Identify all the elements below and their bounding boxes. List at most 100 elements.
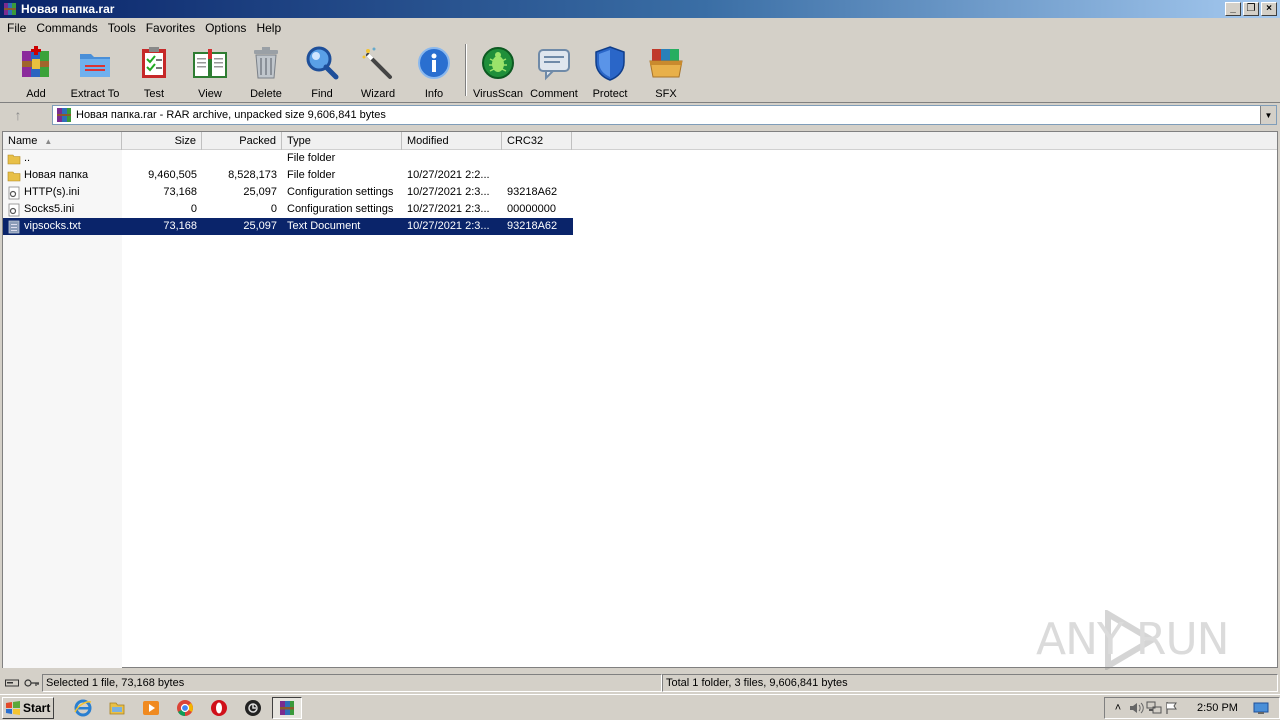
magic-wand-icon	[362, 47, 392, 79]
winrar-icon	[280, 700, 294, 715]
file-row-parent[interactable]: .. File folder	[3, 150, 573, 167]
comment-bubble-icon	[538, 49, 570, 81]
sort-ascending-icon: ▲	[44, 137, 53, 146]
network-icon	[1146, 701, 1162, 714]
menu-favorites[interactable]: Favorites	[141, 21, 200, 35]
chevron-down-icon: ▼	[1264, 110, 1273, 120]
flag-icon	[1166, 702, 1177, 714]
taskbar-media-player[interactable]	[136, 697, 166, 719]
trash-can-icon	[254, 47, 278, 79]
view-book-icon	[193, 49, 227, 78]
media-player-icon	[143, 700, 159, 715]
column-header-name[interactable]: Name ▲	[3, 132, 122, 150]
delete-button[interactable]: Delete	[238, 40, 294, 100]
desktop-icon	[1253, 702, 1269, 714]
window-title: Новая папка.rar	[21, 2, 115, 16]
taskbar: Start ˄ 2:50 PM	[0, 694, 1280, 720]
column-header-size[interactable]: Size	[122, 132, 202, 150]
find-button[interactable]: Find	[294, 40, 350, 100]
taskbar-app-dark[interactable]	[238, 697, 268, 719]
dark-round-app-icon	[245, 699, 261, 716]
virus-bug-icon	[482, 47, 514, 79]
folder-icon	[7, 154, 21, 164]
comment-button[interactable]: Comment	[526, 40, 582, 100]
system-tray: ˄ 2:50 PM	[1104, 697, 1280, 719]
tray-network[interactable]	[1145, 700, 1163, 716]
restore-button[interactable]: ❐	[1243, 2, 1259, 16]
up-arrow-icon: ↑	[14, 106, 22, 123]
virusscan-button[interactable]: VirusScan	[470, 40, 526, 100]
title-bar: Новая папка.rar _ ❐ ×	[0, 0, 1280, 18]
menu-bar: File Commands Tools Favorites Options He…	[0, 18, 1280, 38]
info-button[interactable]: Info	[406, 40, 462, 100]
column-header-modified[interactable]: Modified	[402, 132, 502, 150]
file-row[interactable]: Socks5.ini 0 0 Configuration settings 10…	[3, 201, 573, 218]
taskbar-winrar[interactable]	[272, 696, 302, 719]
menu-commands[interactable]: Commands	[31, 21, 102, 35]
taskbar-opera[interactable]	[204, 697, 234, 719]
file-row-selected[interactable]: vipsocks.txt 73,168 25,097 Text Document…	[3, 218, 573, 235]
tray-volume[interactable]	[1127, 700, 1145, 716]
folder-icon	[7, 171, 21, 181]
test-button[interactable]: Test	[126, 40, 182, 100]
view-button[interactable]: View	[182, 40, 238, 100]
menu-file[interactable]: File	[2, 21, 31, 35]
opera-icon	[211, 699, 227, 716]
up-one-level-button[interactable]: ↑	[0, 104, 36, 126]
wizard-button[interactable]: Wizard	[350, 40, 406, 100]
address-dropdown-button[interactable]: ▼	[1260, 106, 1276, 124]
address-row: ↑ Новая папка.rar - RAR archive, unpacke…	[0, 102, 1280, 126]
close-button[interactable]: ×	[1261, 2, 1277, 16]
shield-icon	[595, 46, 625, 81]
sfx-button[interactable]: SFX	[638, 40, 694, 100]
column-header-packed[interactable]: Packed	[202, 132, 282, 150]
file-list[interactable]: Name ▲ Size Packed Type Modified CRC32 .…	[2, 131, 1278, 668]
protect-button[interactable]: Protect	[582, 40, 638, 100]
status-bar: Selected 1 file, 73,168 bytes Total 1 fo…	[0, 673, 1280, 693]
anyrun-watermark: ANY RUN	[1036, 610, 1236, 670]
start-button[interactable]: Start	[2, 696, 54, 719]
folder-icon	[109, 702, 125, 714]
taskbar-explorer[interactable]	[102, 697, 132, 719]
menu-help[interactable]: Help	[251, 21, 286, 35]
magnifier-icon	[306, 46, 339, 80]
file-row[interactable]: HTTP(s).ini 73,168 25,097 Configuration …	[3, 184, 573, 201]
add-button[interactable]: Add	[8, 40, 64, 100]
file-row[interactable]: Новая папка 9,460,505 8,528,173 File fol…	[3, 167, 573, 184]
column-header-type[interactable]: Type	[282, 132, 402, 150]
settings-file-icon	[8, 186, 20, 199]
speaker-icon	[1130, 702, 1144, 714]
extract-folder-icon	[80, 54, 110, 77]
settings-file-icon	[8, 203, 20, 216]
toolbar: Add Extract To Test View Delete Find Wiz…	[0, 40, 1280, 100]
menu-options[interactable]: Options	[200, 21, 251, 35]
status-total-text: Total 1 folder, 3 files, 9,606,841 bytes	[662, 674, 1278, 692]
tray-clock[interactable]: 2:50 PM	[1197, 702, 1238, 714]
sfx-box-icon	[649, 49, 683, 78]
minimize-button[interactable]: _	[1225, 2, 1241, 16]
tray-action-center[interactable]	[1163, 700, 1181, 716]
address-bar[interactable]: Новая папка.rar - RAR archive, unpacked …	[52, 105, 1277, 125]
taskbar-internet-explorer[interactable]	[68, 697, 98, 719]
info-icon	[418, 47, 450, 79]
rar-archive-icon	[57, 108, 71, 122]
drive-icon	[4, 679, 19, 687]
windows-flag-icon	[6, 700, 20, 715]
extract-to-button[interactable]: Extract To	[64, 40, 126, 100]
menu-tools[interactable]: Tools	[103, 21, 141, 35]
status-selection-text: Selected 1 file, 73,168 bytes	[42, 674, 662, 692]
address-text: Новая папка.rar - RAR archive, unpacked …	[76, 109, 386, 121]
show-desktop-button[interactable]	[1252, 700, 1270, 716]
tray-expand-button[interactable]: ˄	[1109, 700, 1127, 716]
winrar-app-icon	[4, 3, 16, 15]
chevron-up-icon: ˄	[1114, 702, 1122, 714]
taskbar-chrome[interactable]	[170, 697, 200, 719]
internet-explorer-icon	[74, 699, 92, 716]
chrome-icon	[177, 699, 193, 716]
add-archive-icon	[22, 46, 49, 77]
text-file-icon	[8, 220, 20, 233]
toolbar-separator	[465, 44, 467, 96]
test-clipboard-icon	[142, 47, 166, 78]
key-icon	[23, 679, 39, 687]
column-header-crc32[interactable]: CRC32	[502, 132, 572, 150]
